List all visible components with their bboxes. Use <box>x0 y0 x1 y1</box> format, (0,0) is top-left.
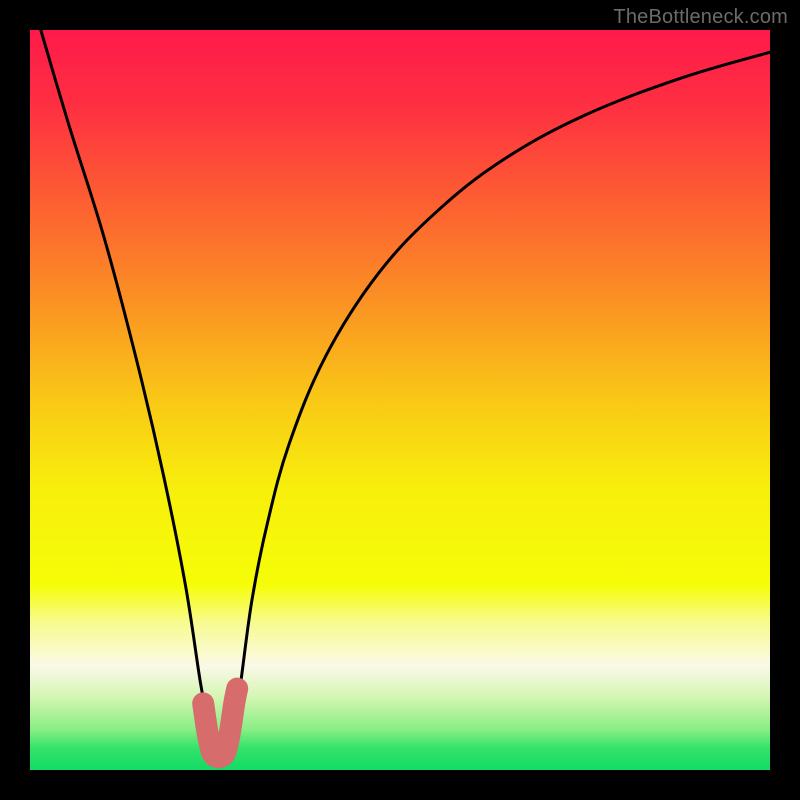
chart-frame <box>30 30 770 770</box>
bottleneck-curve <box>30 30 770 770</box>
watermark-text: TheBottleneck.com <box>613 6 788 29</box>
